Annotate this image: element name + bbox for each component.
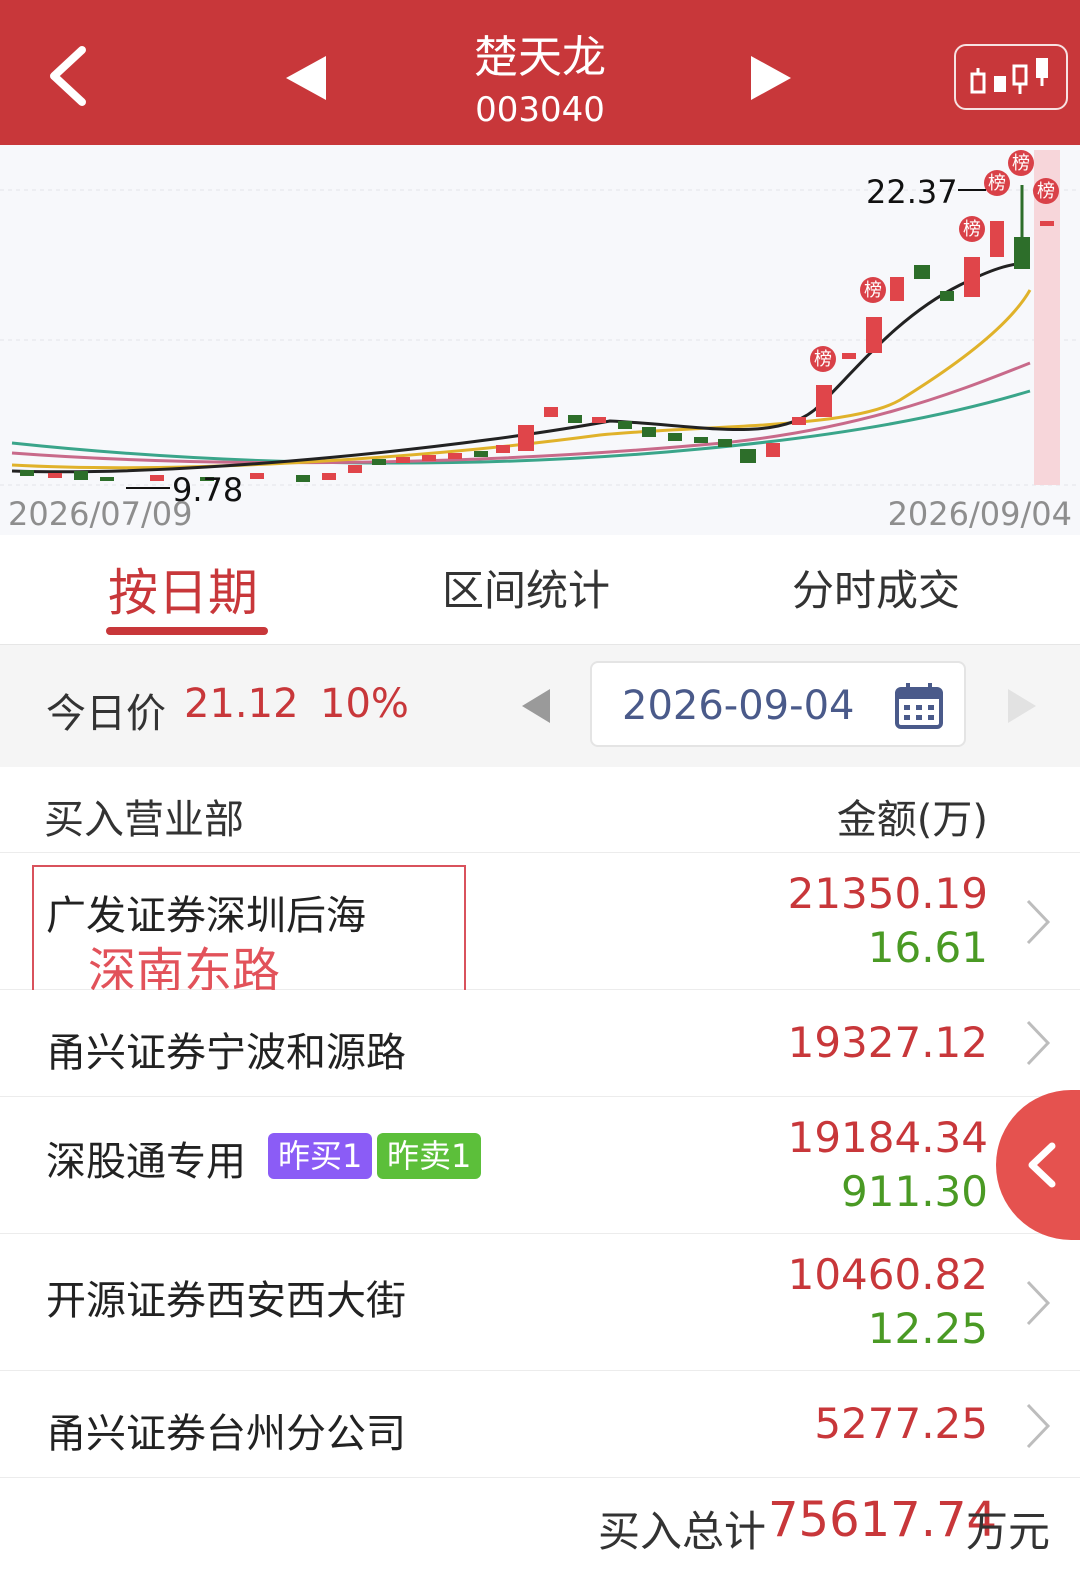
broker-name: 深股通专用 [46, 1139, 246, 1185]
table-row[interactable]: 甬兴证券台州分公司 5277.25 [0, 1371, 1080, 1478]
kline-toggle-button[interactable] [954, 44, 1068, 110]
candlestick-icon [970, 58, 1048, 94]
prev-date-icon[interactable] [518, 685, 554, 727]
app-header: 楚天龙 003040 [0, 0, 1080, 145]
today-price-value: 21.12 [184, 681, 299, 727]
chart-start-date: 2026/07/09 [8, 495, 193, 533]
broker-name: 甬兴证券宁波和源路 [46, 1030, 406, 1076]
buy-amount: 19184.34 [787, 1113, 988, 1162]
table-row[interactable]: 甬兴证券宁波和源路 19327.12 [0, 990, 1080, 1097]
rank-marker-label: 榜 [1012, 153, 1030, 174]
rank-marker-label: 榜 [963, 219, 981, 240]
chevron-right-icon [1026, 1403, 1051, 1449]
chevron-right-icon [1026, 1020, 1051, 1066]
total-unit: 万元 [966, 1507, 1051, 1556]
candles [20, 185, 1054, 482]
yesterday-buy-badge: 昨买1 [268, 1133, 373, 1179]
sell-amount: 911.30 [841, 1167, 988, 1216]
table-row[interactable]: 深股通专用 昨买1 昨卖1 19184.34 911.30 [0, 1097, 1080, 1234]
calendar-icon [895, 683, 943, 729]
active-tab-indicator [106, 627, 268, 635]
tab-intraday-trades[interactable]: 分时成交 [792, 557, 960, 618]
rank-marker-label: 榜 [864, 280, 882, 301]
today-change-pct: 10% [320, 681, 409, 727]
stock-name: 楚天龙 [474, 32, 606, 83]
triangle-left-icon[interactable] [280, 50, 332, 106]
selected-date: 2026-09-04 [622, 683, 855, 729]
chevron-left-icon[interactable] [40, 40, 100, 110]
buy-amount: 19327.12 [787, 1018, 988, 1067]
chart-high-label: 22.37 [866, 173, 958, 211]
price-date-row: 今日价 21.12 10% 2026-09-04 [0, 645, 1080, 767]
buy-broker-header: 买入营业部 [44, 797, 244, 843]
table-header: 买入营业部 金额(万) [0, 767, 1080, 853]
chevron-left-icon [1028, 1142, 1056, 1188]
triangle-right-icon[interactable] [745, 50, 797, 106]
chevron-right-icon [1026, 1280, 1051, 1326]
broker-name: 开源证券西安西大街 [46, 1278, 406, 1324]
total-value: 75617.74 [768, 1492, 998, 1548]
tab-interval-stats[interactable]: 区间统计 [442, 557, 610, 618]
tab-by-date[interactable]: 按日期 [108, 553, 258, 625]
tab-bar: 按日期 区间统计 分时成交 [0, 535, 1080, 645]
stock-code: 003040 [475, 90, 605, 130]
rank-marker-label: 榜 [814, 349, 832, 370]
date-picker[interactable]: 2026-09-04 [590, 661, 966, 747]
total-row: 买入总计 75617.74 万元 [0, 1478, 1080, 1576]
sell-amount: 16.61 [867, 923, 988, 972]
total-label: 买入总计 [598, 1507, 767, 1556]
chevron-right-icon [1026, 899, 1051, 945]
buy-amount: 21350.19 [787, 869, 988, 918]
next-date-icon[interactable] [1004, 685, 1040, 727]
kline-chart[interactable]: 榜 榜 榜 榜 榜 榜 22.37 9.78 2026/07/09 2026/0… [0, 145, 1080, 535]
rank-marker-label: 榜 [1037, 181, 1055, 202]
chart-end-date: 2026/09/04 [887, 495, 1072, 533]
amount-header: 金额(万) [836, 797, 988, 843]
buy-amount: 10460.82 [787, 1250, 988, 1299]
today-price-label: 今日价 [46, 691, 166, 737]
buy-amount: 5277.25 [814, 1399, 988, 1448]
table-row[interactable]: 广发证券深圳后海 深南东路 21350.19 16.61 [0, 853, 1080, 1007]
rank-marker-label: 榜 [988, 173, 1006, 194]
yesterday-sell-badge: 昨卖1 [377, 1133, 482, 1179]
sell-amount: 12.25 [867, 1304, 988, 1353]
broker-name: 甬兴证券台州分公司 [46, 1411, 406, 1457]
table-row[interactable]: 开源证券西安西大街 10460.82 12.25 [0, 1234, 1080, 1371]
